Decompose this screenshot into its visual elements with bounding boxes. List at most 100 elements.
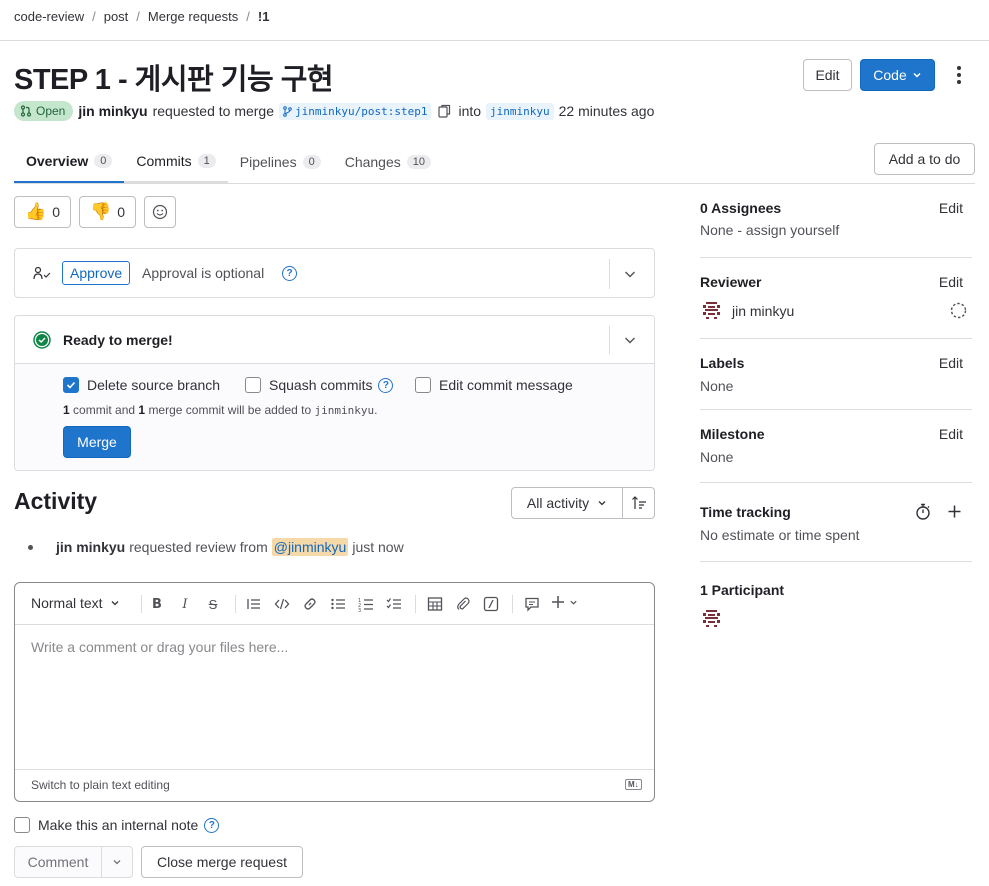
stopwatch-icon[interactable] [915,503,931,520]
thumbs-down-button[interactable]: 👎 0 [79,196,136,228]
assignees-title: 0 Assignees [700,200,782,216]
chevron-down-icon [111,601,119,606]
user-mention[interactable]: @jinminkyu [271,538,349,556]
strikethrough-icon[interactable]: S [205,596,221,612]
add-todo-button[interactable]: Add a to do [874,143,975,175]
merge-summary: 1 commit and 1 merge commit will be adde… [63,403,377,417]
activity-text: requested review from [129,539,268,555]
reviewer-item[interactable]: jin minkyu [700,299,794,322]
chevron-down-icon[interactable] [624,334,636,346]
merge-button[interactable]: Merge [63,426,131,458]
into-text: into [458,103,482,119]
labels-title: Labels [700,355,745,371]
smiley-icon [152,204,168,220]
source-branch[interactable]: jinminkyu/post:step1 [279,102,432,120]
chevron-down-icon [913,72,921,78]
add-reaction-button[interactable] [144,196,176,228]
quote-icon[interactable] [246,596,262,612]
breadcrumb-current[interactable]: !1 [258,9,270,24]
close-merge-request-button[interactable]: Close merge request [141,846,303,878]
time-tracking-value: No estimate or time spent [700,527,860,543]
comment-options-dropdown[interactable] [101,846,133,878]
labels-edit-link[interactable]: Edit [939,355,963,371]
delete-source-checkbox[interactable] [63,377,79,393]
chevron-down-icon[interactable] [624,268,636,280]
checklist-icon[interactable] [386,596,402,612]
comment-button[interactable]: Comment [14,846,102,878]
plus-icon[interactable] [948,505,961,518]
code-dropdown-button[interactable]: Code [860,59,935,91]
code-icon[interactable] [274,596,290,612]
attachment-icon[interactable] [455,596,471,612]
approval-text: Approval is optional [142,265,265,281]
milestone-value: None [700,449,734,465]
tabs-divider [14,183,975,184]
table-icon[interactable] [427,596,443,612]
internal-note-label: Make this an internal note [38,817,199,833]
activity-author[interactable]: jin minkyu [56,539,125,555]
switch-editor-link[interactable]: Switch to plain text editing [31,778,170,792]
assignees-value[interactable]: None - assign yourself [700,222,839,238]
status-text: Open [36,104,66,118]
tab-changes[interactable]: Changes 10 [333,140,443,183]
merge-options: Delete source branch Squash commits ? Ed… [15,364,654,470]
edit-message-checkbox[interactable] [415,377,431,393]
sort-order-button[interactable] [622,487,655,519]
labels-value: None [700,378,734,394]
quick-actions-icon[interactable] [483,596,499,612]
merge-widget: Ready to merge! Delete source branch Squ… [14,315,655,471]
numbered-list-icon[interactable]: 123 [358,596,374,612]
link-icon[interactable] [302,596,318,612]
comment-icon[interactable] [524,596,540,612]
delete-source-option[interactable]: Delete source branch [63,377,220,393]
target-branch[interactable]: jinminkyu [486,102,554,120]
tab-count: 1 [197,153,216,168]
edit-message-option[interactable]: Edit commit message [415,377,573,393]
more-actions-icon[interactable] [950,64,968,86]
assignees-edit-link[interactable]: Edit [939,200,963,216]
activity-filter-dropdown[interactable]: All activity [511,487,623,519]
comment-input[interactable]: Write a comment or drag your files here.… [31,639,288,655]
divider [512,595,513,613]
help-icon[interactable]: ? [282,266,297,281]
internal-note-option[interactable]: Make this an internal note ? [14,817,220,833]
squash-checkbox[interactable] [245,377,261,393]
tab-pipelines[interactable]: Pipelines 0 [228,140,333,183]
branch-icon [283,105,292,117]
internal-note-checkbox[interactable] [14,817,30,833]
status-badge: Open [14,101,74,121]
tab-label: Overview [26,152,89,169]
editor-toolbar: Normal text B I S 123 [15,583,654,625]
merge-request-meta: Open jin minkyu requested to merge jinmi… [14,100,654,122]
divider [415,595,416,613]
tab-overview[interactable]: Overview 0 [14,140,125,183]
bold-icon[interactable]: B [149,596,165,612]
milestone-edit-link[interactable]: Edit [939,426,963,442]
merge-widget-header: Ready to merge! [15,316,654,364]
summary-text: commit and [73,403,136,417]
help-icon[interactable]: ? [204,817,220,833]
text-format-label: Normal text [31,595,103,611]
sort-icon [631,496,646,509]
merge-request-icon [20,105,32,117]
approve-button[interactable]: Approve [62,261,131,285]
breadcrumb-item[interactable]: Merge requests [148,9,238,24]
copy-icon[interactable] [438,104,451,118]
breadcrumb-item[interactable]: post [104,9,129,24]
thumbs-up-button[interactable]: 👍 0 [14,196,71,228]
breadcrumb-separator: / [246,9,250,24]
avatar[interactable] [700,607,723,630]
italic-icon[interactable]: I [177,596,193,612]
breadcrumb-item[interactable]: code-review [14,9,84,24]
reviewer-edit-link[interactable]: Edit [939,274,963,290]
sidebar-milestone: Milestone Edit None [700,410,972,483]
bullet-list-icon[interactable] [330,596,346,612]
tab-commits[interactable]: Commits 1 [124,140,228,183]
squash-option[interactable]: Squash commits ? [245,377,394,393]
more-insert-dropdown[interactable] [551,595,578,609]
created-time: 22 minutes ago [558,103,655,119]
edit-button[interactable]: Edit [803,59,852,91]
author-name[interactable]: jin minkyu [78,103,147,119]
text-format-dropdown[interactable]: Normal text [31,595,120,611]
help-icon[interactable]: ? [378,377,394,393]
